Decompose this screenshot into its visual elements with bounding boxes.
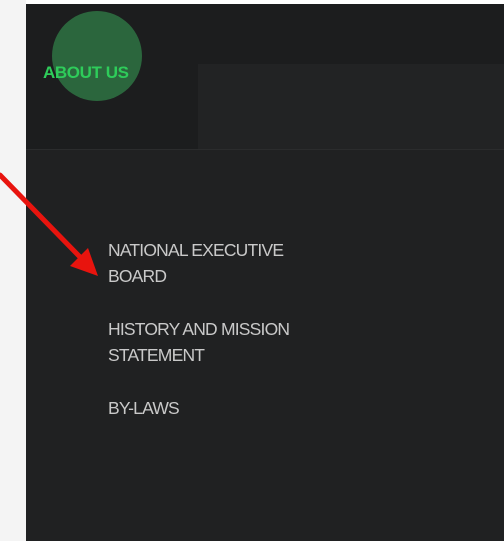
about-us-menu-link[interactable]: ABOUT US [43,63,129,83]
nav-divider [26,149,504,150]
nav-bar: ABOUT US [26,4,504,149]
national-executive-board-link[interactable]: NATIONAL EXECUTIVE BOARD [108,237,408,289]
history-and-mission-statement-link[interactable]: HISTORY AND MISSION STATEMENT [108,316,408,368]
about-us-submenu: NATIONAL EXECUTIVE BOARD HISTORY AND MIS… [108,237,408,421]
dropdown-menu-panel: ABOUT US NATIONAL EXECUTIVE BOARD HISTOR… [26,4,504,541]
by-laws-link[interactable]: BY-LAWS [108,395,408,421]
submenu-item: NATIONAL EXECUTIVE BOARD [108,237,408,289]
hover-highlight-circle [52,11,142,101]
nav-bar-strip [198,64,504,149]
page-gutter [0,0,26,541]
submenu-item: HISTORY AND MISSION STATEMENT [108,316,408,368]
submenu-item: BY-LAWS [108,395,408,421]
